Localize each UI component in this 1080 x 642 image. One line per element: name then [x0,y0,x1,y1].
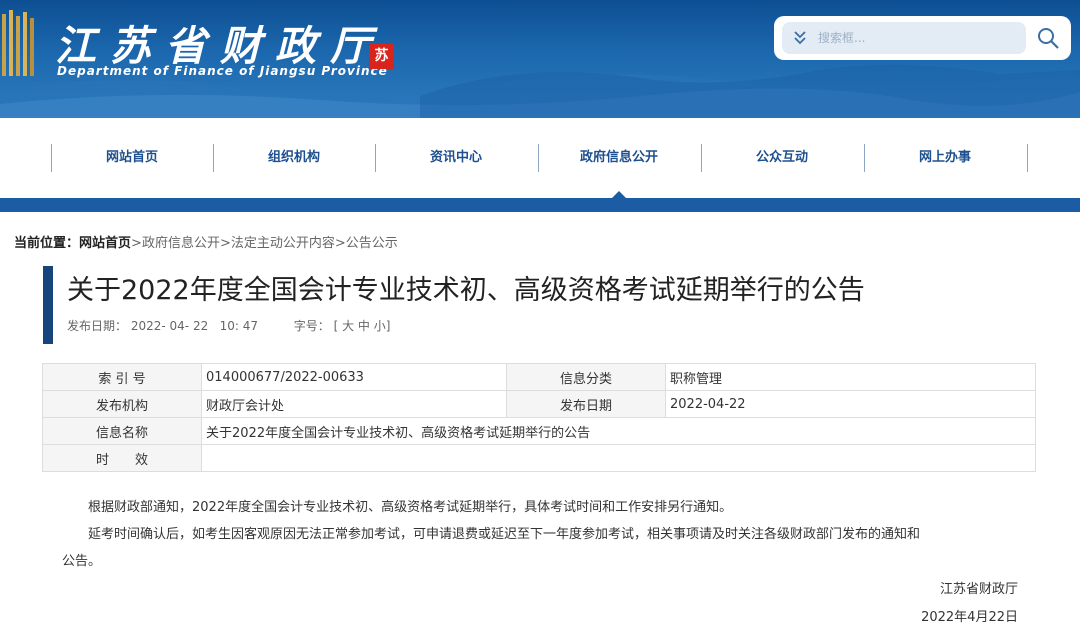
nav-item-news[interactable]: 资讯中心 [375,144,537,172]
date-value: 2022-04-22 [665,390,1036,418]
table-row: 时 效 [42,444,1036,472]
table-row: 发布机构 财政厅会计处 发布日期 2022-04-22 [42,390,1036,418]
main-nav: 网站首页 组织机构 资讯中心 政府信息公开 公众互动 网上办事 [0,118,1080,198]
publish-date-label: 发布日期： [67,319,128,333]
nav-item-gov-info[interactable]: 政府信息公开 [538,144,700,172]
breadcrumb-home-link[interactable]: 网站首页 [79,236,131,251]
category-label: 信息分类 [506,363,666,391]
nav-item-home[interactable]: 网站首页 [51,144,213,172]
breadcrumb-statutory-link[interactable]: 法定主动公开内容 [231,236,335,251]
search-field-wrap [782,22,1026,54]
publish-date-value: 2022- 04- 22 10: 47 [130,319,259,333]
article-meta: 发布日期： 2022- 04- 22 10: 47 字号： [ 大 中 小] [67,317,390,334]
table-row: 信息名称 关于2022年度全国会计专业技术初、高级资格考试延期举行的公告 [42,417,1036,445]
table-row: 索 引 号 014000677/2022-00633 信息分类 职称管理 [42,363,1036,391]
index-value: 014000677/2022-00633 [201,363,507,391]
font-size-medium-button[interactable]: 中 [358,319,370,333]
nav-item-public-interaction[interactable]: 公众互动 [701,144,863,172]
site-logo-english: Department of Finance of Jiangsu Provinc… [57,64,388,78]
chevron-down-icon[interactable] [792,29,808,47]
font-size-small-button[interactable]: 小 [374,319,386,333]
pillars-logo-icon [2,10,34,76]
search-input[interactable] [818,22,1018,54]
nav-separator [1027,144,1028,172]
info-name-value: 关于2022年度全国会计专业技术初、高级资格考试延期举行的公告 [201,417,1036,445]
org-label: 发布机构 [42,390,202,418]
org-value: 财政厅会计处 [201,390,507,418]
nav-item-online-services[interactable]: 网上办事 [864,144,1026,172]
breadcrumb-separator: > [219,236,231,251]
site-logo-chinese[interactable]: 江苏省财政厅 [55,12,385,72]
breadcrumb-notices-link[interactable]: 公告公示 [346,236,398,251]
signature-date: 2022年4月22日 [921,610,1018,625]
index-label: 索 引 号 [42,363,202,391]
validity-value [201,444,1036,472]
breadcrumb-gov-info-link[interactable]: 政府信息公开 [142,236,220,251]
breadcrumb-prefix: 当前位置： [14,236,80,251]
nav-bottom-band [0,198,1080,212]
body-paragraph-1: 根据财政部通知，2022年度全国会计专业技术初、高级资格考试延期举行，具体考试时… [88,500,733,515]
breadcrumb-separator: > [334,236,346,251]
info-table: 索 引 号 014000677/2022-00633 信息分类 职称管理 发布机… [42,363,1036,472]
date-label: 发布日期 [506,390,666,418]
validity-label: 时 效 [42,444,202,472]
font-size-bracket-open: [ [333,319,339,333]
site-header: 江苏省财政厅 Department of Finance of Jiangsu … [0,0,1080,118]
category-value: 职称管理 [665,363,1036,391]
body-paragraph-2-line-2: 公告。 [62,554,102,569]
seal-stamp-icon: 苏 [369,44,394,69]
body-paragraph-2-line-1: 延考时间确认后，如考生因客观原因无法正常参加考试，可申请退费或延迟至下一年度参加… [88,527,921,542]
breadcrumb: 当前位置：网站首页>政府信息公开>法定主动公开内容>公告公示 [14,232,398,251]
page-title: 关于2022年度全国会计专业技术初、高级资格考试延期举行的公告 [67,275,865,306]
font-size-label: 字号： [293,319,330,333]
info-name-label: 信息名称 [42,417,202,445]
search-box [774,16,1071,60]
font-size-large-button[interactable]: 大 [342,319,354,333]
font-size-bracket-close: ] [385,319,391,333]
breadcrumb-separator: > [131,236,142,251]
search-icon[interactable] [1036,26,1060,50]
title-accent-bar [43,266,53,344]
nav-item-organization[interactable]: 组织机构 [213,144,375,172]
signature-org: 江苏省财政厅 [939,582,1018,597]
